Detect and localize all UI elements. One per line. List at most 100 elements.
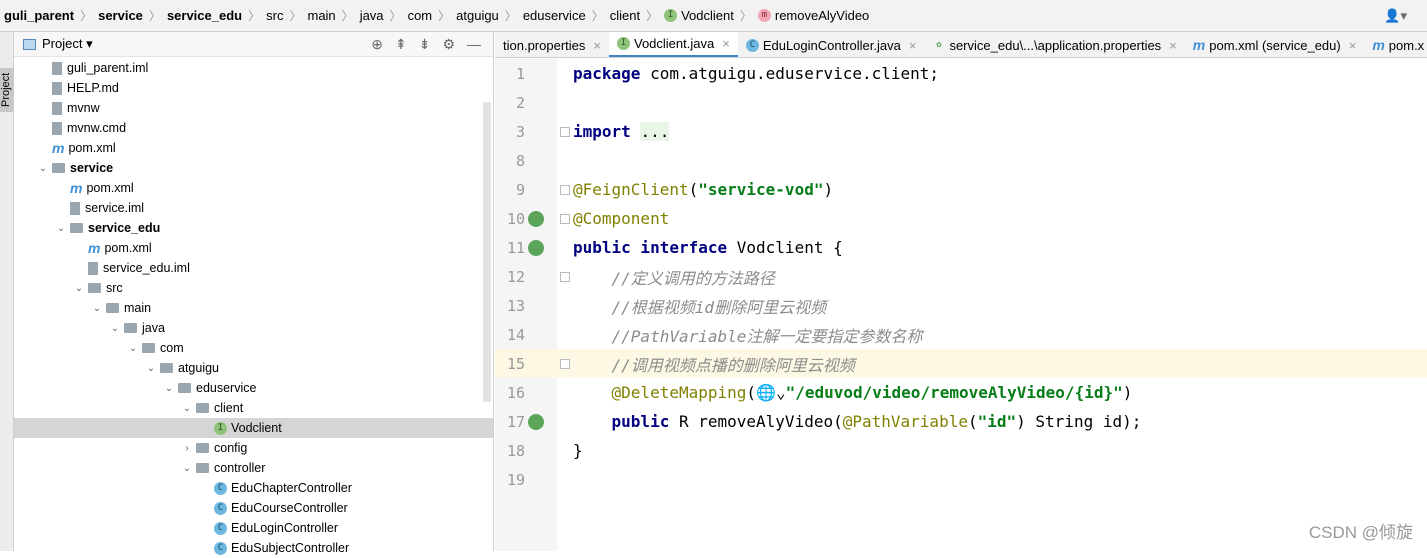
breadcrumb-label: service: [98, 8, 143, 23]
tree-item[interactable]: service_edu.iml: [14, 258, 493, 278]
tree-item[interactable]: service.iml: [14, 198, 493, 218]
breadcrumb-label: src: [266, 8, 284, 23]
spring-properties-icon: ✿: [936, 39, 942, 50]
project-stripe-button[interactable]: Project: [0, 68, 14, 112]
tree-item[interactable]: ⌄ com: [14, 338, 493, 358]
folder-icon: [142, 343, 155, 353]
code-token: "/eduvod/video/removeAlyVideo/{id}": [785, 383, 1123, 402]
hide-icon[interactable]: —: [467, 36, 481, 53]
breadcrumb-item[interactable]: eduservice: [523, 8, 586, 23]
editor-tab[interactable]: tion.properties ×: [495, 32, 609, 57]
tree-item[interactable]: m pom.xml: [14, 138, 493, 158]
chevron-down-icon[interactable]: ⌄: [88, 303, 106, 314]
web-endpoint-icon[interactable]: [528, 413, 544, 430]
tab-label: pom.x: [1388, 37, 1425, 53]
code-token[interactable]: ...: [640, 122, 670, 141]
tree-item[interactable]: mvnw: [14, 98, 493, 118]
chevron-down-icon[interactable]: ⌄: [34, 163, 52, 174]
close-icon[interactable]: ×: [1349, 38, 1357, 53]
folder-icon: [160, 363, 173, 373]
breadcrumb-item[interactable]: main: [307, 8, 335, 23]
chevron-right-icon[interactable]: ›: [178, 443, 196, 454]
tree-item-label: service_edu.iml: [103, 261, 190, 275]
collapse-all-icon[interactable]: ⇟: [419, 36, 431, 53]
editor-tabs: tion.properties × I Vodclient.java × C EduLogi…: [495, 32, 1427, 58]
tree-item[interactable]: m pom.xml: [14, 238, 493, 258]
breadcrumb-item[interactable]: atguigu: [456, 8, 499, 23]
code-text: import ...: [573, 122, 670, 141]
fold-marker-icon[interactable]: [560, 126, 570, 137]
code-text: @FeignClient("service-vod"): [573, 180, 833, 199]
implementation-check-icon[interactable]: [528, 210, 544, 227]
close-icon[interactable]: ×: [722, 36, 730, 51]
tree-scrollbar[interactable]: [483, 102, 491, 402]
tree-item[interactable]: guli_parent.iml: [14, 58, 493, 78]
user-icon[interactable]: 👤▾: [1384, 8, 1407, 24]
web-endpoint-icon[interactable]: [528, 239, 544, 256]
editor-tab[interactable]: m pom.x: [1364, 32, 1427, 57]
tree-item[interactable]: ⌄ service: [14, 158, 493, 178]
breadcrumb-item[interactable]: service: [98, 8, 143, 23]
chevron-down-icon[interactable]: ⌄: [178, 463, 196, 474]
code-text: @DeleteMapping(🌐⌄"/eduvod/video/removeAl…: [573, 383, 1133, 402]
project-view-selector[interactable]: Project ▾: [42, 36, 93, 52]
breadcrumb-item[interactable]: client: [610, 8, 640, 23]
editor-tab[interactable]: ✿ service_edu\...\application.properties ×: [924, 32, 1184, 57]
tree-item[interactable]: ⌄ main: [14, 298, 493, 318]
gear-icon[interactable]: ⚙: [442, 36, 455, 53]
fold-marker-icon[interactable]: [560, 358, 570, 369]
close-icon[interactable]: ×: [593, 38, 601, 53]
tree-item-label: guli_parent.iml: [67, 61, 149, 75]
code-editor[interactable]: 1 package com.atguigu.eduservice.client; 2…: [495, 59, 1427, 551]
tree-item[interactable]: C EduLoginController: [14, 518, 493, 538]
breadcrumb-label: atguigu: [456, 8, 499, 23]
breadcrumb-item[interactable]: I Vodclient: [664, 8, 734, 23]
tree-item[interactable]: C EduSubjectController: [14, 538, 493, 558]
code-token: @Component: [573, 209, 670, 228]
chevron-down-icon[interactable]: ⌄: [106, 323, 124, 334]
close-icon[interactable]: ×: [909, 38, 917, 53]
fold-marker-icon[interactable]: [560, 184, 570, 195]
class-icon: C: [214, 521, 227, 535]
breadcrumb-item[interactable]: m removeAlyVideo: [757, 8, 869, 23]
chevron-right-icon: 〉: [289, 9, 302, 23]
line-number: 8: [515, 151, 525, 170]
tree-item[interactable]: mvnw.cmd: [14, 118, 493, 138]
breadcrumb-item[interactable]: com: [408, 8, 433, 23]
tree-item[interactable]: ⌄ service_edu: [14, 218, 493, 238]
fold-marker-icon[interactable]: [560, 271, 570, 282]
chevron-down-icon[interactable]: ⌄: [160, 383, 178, 394]
expand-all-icon[interactable]: ⇞: [395, 36, 407, 53]
chevron-down-icon[interactable]: ⌄: [70, 283, 88, 294]
editor-tab[interactable]: I Vodclient.java ×: [608, 32, 738, 57]
breadcrumb-label: java: [359, 8, 384, 23]
locate-icon[interactable]: ⊕: [371, 36, 383, 53]
tree-item[interactable]: C EduChapterController: [14, 478, 493, 498]
tree-item[interactable]: › config: [14, 438, 493, 458]
tree-item[interactable]: HELP.md: [14, 78, 493, 98]
tree-item[interactable]: ⌄ eduservice: [14, 378, 493, 398]
editor-tab[interactable]: m pom.xml (service_edu) ×: [1185, 32, 1365, 57]
chevron-down-icon[interactable]: ⌄: [178, 403, 196, 414]
close-icon[interactable]: ×: [1169, 38, 1177, 53]
editor-tab[interactable]: C EduLoginController.java ×: [738, 32, 925, 57]
chevron-right-icon: 〉: [591, 9, 604, 23]
tree-item[interactable]: ⌄ client: [14, 398, 493, 418]
tree-item[interactable]: ⌄ controller: [14, 458, 493, 478]
chevron-down-icon[interactable]: ⌄: [142, 363, 160, 374]
tree-item[interactable]: I Vodclient: [14, 418, 493, 438]
fold-marker-icon[interactable]: [560, 213, 570, 224]
tree-item[interactable]: ⌄ java: [14, 318, 493, 338]
tree-item[interactable]: m pom.xml: [14, 178, 493, 198]
class-icon: C: [745, 38, 759, 52]
tree-item[interactable]: C EduCourseController: [14, 498, 493, 518]
breadcrumb-item[interactable]: service_edu: [167, 8, 242, 23]
code-line: 17 public R removeAlyVideo(@PathVariable…: [495, 407, 1427, 436]
chevron-down-icon[interactable]: ⌄: [124, 343, 142, 354]
breadcrumb-item[interactable]: src: [266, 8, 283, 23]
breadcrumb-item[interactable]: java: [360, 8, 384, 23]
chevron-down-icon[interactable]: ⌄: [52, 223, 70, 234]
tree-item[interactable]: ⌄ atguigu: [14, 358, 493, 378]
breadcrumb-item[interactable]: guli_parent: [4, 8, 74, 23]
tree-item[interactable]: ⌄ src: [14, 278, 493, 298]
